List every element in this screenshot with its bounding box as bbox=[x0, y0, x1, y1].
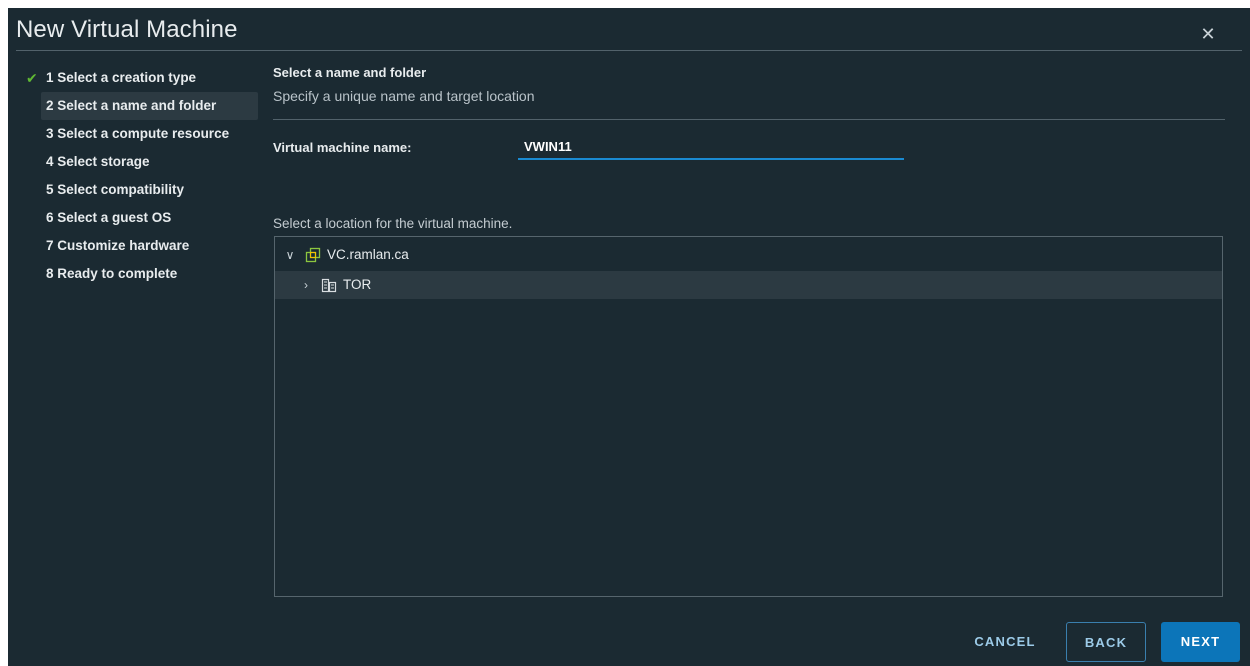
vm-name-row: Virtual machine name: bbox=[273, 134, 1225, 168]
vcenter-icon bbox=[305, 247, 321, 263]
tree-node-label: TOR bbox=[343, 277, 372, 292]
close-icon[interactable]: ✕ bbox=[1198, 24, 1218, 44]
title-divider bbox=[16, 50, 1242, 51]
vm-name-input[interactable] bbox=[518, 134, 904, 160]
tree-node-datacenter[interactable]: › TOR bbox=[275, 271, 1222, 299]
step-8[interactable]: 8 Ready to complete bbox=[26, 260, 256, 288]
location-label: Select a location for the virtual machin… bbox=[273, 216, 513, 231]
check-icon: ✔ bbox=[26, 70, 38, 86]
chevron-right-icon[interactable]: › bbox=[299, 271, 313, 299]
step-label: 2 Select a name and folder bbox=[46, 98, 217, 113]
step-6[interactable]: 6 Select a guest OS bbox=[26, 204, 256, 232]
step-2[interactable]: 2 Select a name and folder bbox=[41, 92, 258, 120]
section-subtitle: Specify a unique name and target locatio… bbox=[273, 88, 535, 104]
back-button[interactable]: BACK bbox=[1066, 622, 1146, 662]
datacenter-icon bbox=[321, 278, 337, 293]
step-label: 1 Select a creation type bbox=[46, 70, 197, 85]
step-label: 8 Ready to complete bbox=[46, 266, 178, 281]
section-divider bbox=[273, 119, 1225, 120]
step-label: 6 Select a guest OS bbox=[46, 210, 172, 225]
new-vm-dialog: New Virtual Machine ✕ ✔ 1 Select a creat… bbox=[8, 8, 1250, 666]
step-label: 4 Select storage bbox=[46, 154, 150, 169]
step-label: 3 Select a compute resource bbox=[46, 126, 230, 141]
step-4[interactable]: 4 Select storage bbox=[26, 148, 256, 176]
step-label: 5 Select compatibility bbox=[46, 182, 185, 197]
tree-node-label: VC.ramlan.ca bbox=[327, 247, 409, 262]
step-label: 7 Customize hardware bbox=[46, 238, 190, 253]
cancel-button[interactable]: CANCEL bbox=[956, 622, 1054, 662]
wizard-steps: ✔ 1 Select a creation type 2 Select a na… bbox=[26, 64, 258, 288]
chevron-down-icon[interactable]: ∨ bbox=[283, 241, 297, 269]
tree-node-vcenter[interactable]: ∨ VC.ramlan.ca bbox=[275, 241, 1222, 269]
dialog-title: New Virtual Machine bbox=[16, 16, 238, 43]
main-content: Select a name and folder Specify a uniqu… bbox=[273, 64, 1225, 597]
vm-name-label: Virtual machine name: bbox=[273, 140, 412, 155]
section-title: Select a name and folder bbox=[273, 65, 427, 80]
step-7[interactable]: 7 Customize hardware bbox=[26, 232, 256, 260]
step-5[interactable]: 5 Select compatibility bbox=[26, 176, 256, 204]
step-1[interactable]: ✔ 1 Select a creation type bbox=[26, 64, 256, 92]
location-tree: ∨ VC.ramlan.ca › TOR bbox=[274, 236, 1223, 597]
next-button[interactable]: NEXT bbox=[1161, 622, 1240, 662]
step-3[interactable]: 3 Select a compute resource bbox=[26, 120, 256, 148]
